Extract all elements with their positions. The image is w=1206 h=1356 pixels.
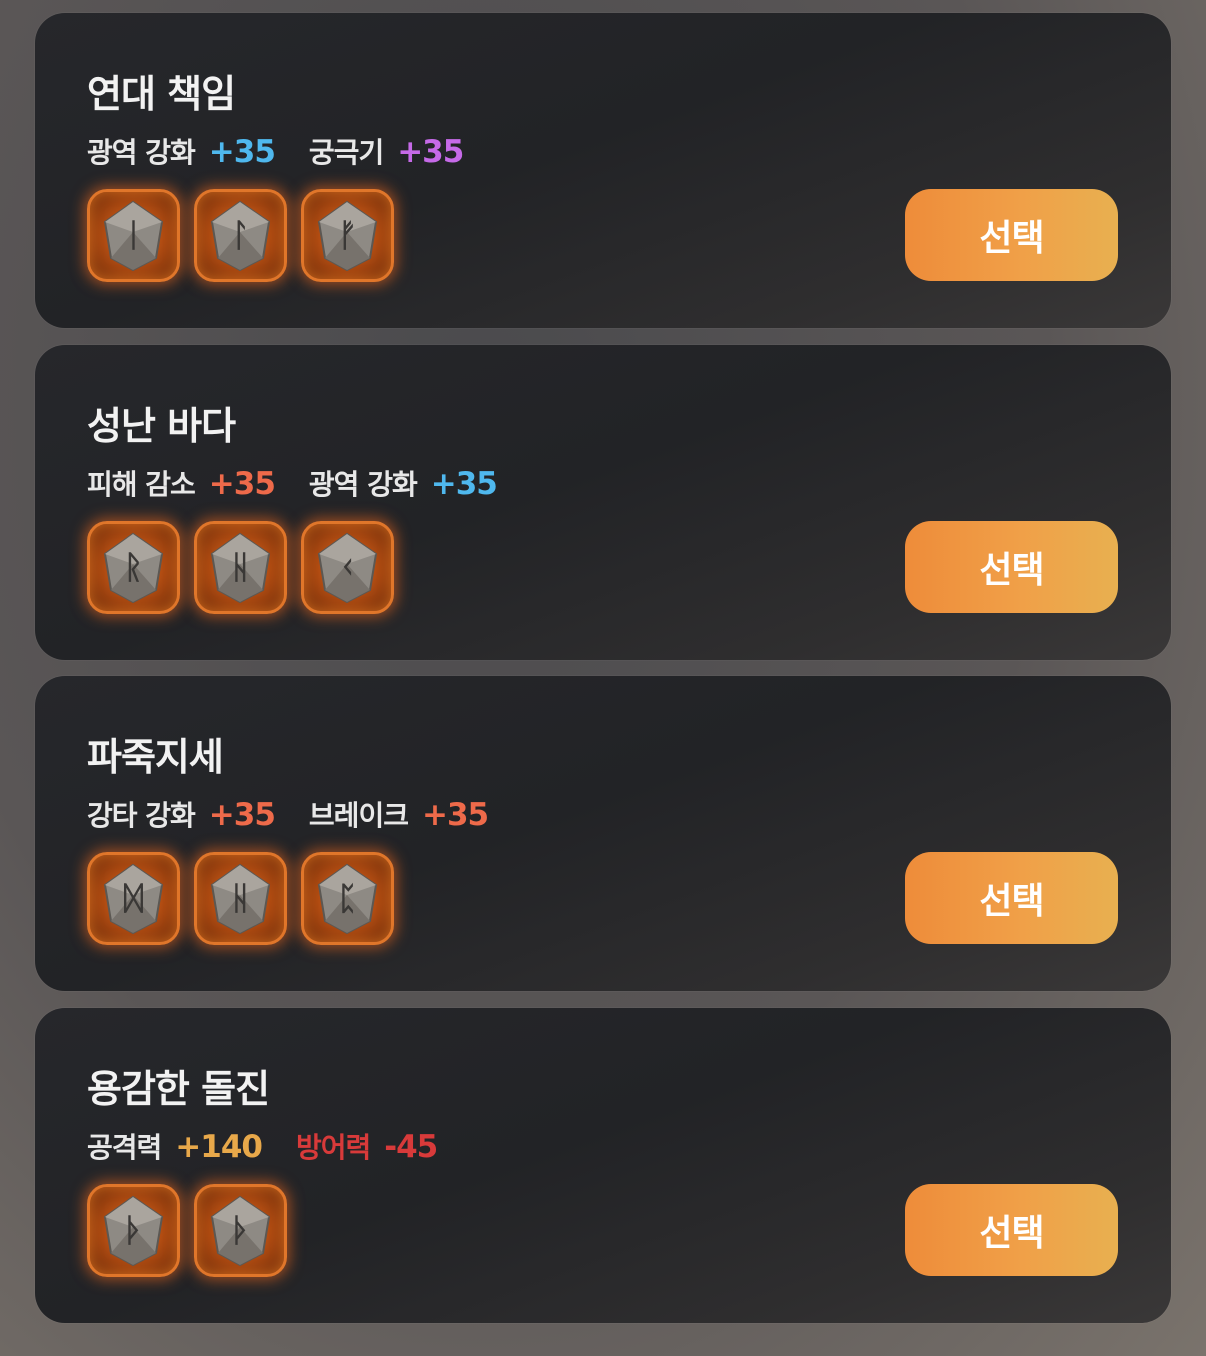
rune-stone-icon[interactable]: ᚠ (301, 189, 394, 282)
stat-bonus: 궁극기 +35 (308, 131, 464, 171)
rune-glyph: ᚦ (123, 1211, 144, 1249)
rune-glyph: ᚱ (123, 548, 144, 586)
select-button[interactable]: 선택 (905, 1184, 1118, 1276)
select-button[interactable]: 선택 (905, 189, 1118, 281)
rune-stone-icon[interactable]: ᚦ (87, 1184, 180, 1277)
rune-set-title: 용감한 돌진 (87, 1067, 270, 1111)
stat-bonus: 공격력 +140 (87, 1126, 263, 1166)
stat-name: 방어력 (295, 1131, 371, 1164)
rune-set-card: 용감한 돌진 공격력 +140 방어력 -45 ᚦ ᚦ 선택 (35, 1008, 1171, 1323)
rune-stone-icon[interactable]: ᚺ (194, 852, 287, 945)
rune-glyph: ᚠ (337, 216, 358, 254)
rune-slots: ᚦᚦ (87, 1184, 301, 1277)
rune-glyph: ᚦ (230, 1211, 251, 1249)
rune-slots: ᛞᚺᛈ (87, 852, 408, 945)
stat-bonus-row: 강타 강화 +35 브레이크 +35 (87, 794, 522, 834)
stat-name: 강타 강화 (87, 799, 196, 832)
rune-glyph: ᛁ (123, 216, 144, 254)
rune-stone-icon[interactable]: ᚺ (194, 521, 287, 614)
rune-glyph: ᚺ (230, 879, 251, 917)
stat-value: +35 (430, 466, 498, 502)
rune-set-title: 연대 책임 (87, 72, 236, 116)
stat-bonus: 피해 감소 +35 (87, 463, 276, 503)
stat-value: +35 (421, 797, 489, 833)
select-button[interactable]: 선택 (905, 521, 1118, 613)
rune-glyph: ᚲ (337, 548, 358, 586)
rune-glyph: ᛚ (230, 216, 251, 254)
stat-value: +35 (397, 134, 464, 170)
stat-value: +35 (208, 797, 276, 833)
stat-bonus: 광역 강화 +35 (87, 131, 276, 171)
stat-value: -45 (384, 1129, 438, 1165)
rune-set-card: 성난 바다피해 감소 +35 광역 강화 +35 ᚱ ᚺ ᚲ 선택 (35, 345, 1171, 660)
stat-bonus-row: 공격력 +140 방어력 -45 (87, 1126, 471, 1166)
stat-bonus-row: 광역 강화 +35 궁극기 +35 (87, 131, 497, 171)
rune-stone-icon[interactable]: ᚲ (301, 521, 394, 614)
rune-glyph: ᚺ (230, 548, 251, 586)
stat-value: +35 (208, 134, 276, 170)
stat-name: 광역 강화 (87, 136, 196, 169)
stat-bonus: 방어력 -45 (295, 1126, 438, 1166)
rune-glyph: ᛞ (123, 879, 144, 917)
rune-glyph: ᛈ (337, 879, 358, 917)
stat-name: 브레이크 (308, 799, 409, 832)
select-button[interactable]: 선택 (905, 852, 1118, 944)
rune-set-card: 연대 책임광역 강화 +35 궁극기 +35 ᛁ ᛚ ᚠ 선택 (35, 13, 1171, 328)
rune-stone-icon[interactable]: ᛚ (194, 189, 287, 282)
stat-name: 광역 강화 (308, 468, 418, 501)
rune-slots: ᛁᛚᚠ (87, 189, 408, 282)
rune-set-title: 파죽지세 (87, 735, 224, 779)
rune-stone-icon[interactable]: ᛞ (87, 852, 180, 945)
rune-stone-icon[interactable]: ᚱ (87, 521, 180, 614)
stat-name: 궁극기 (308, 136, 384, 169)
rune-slots: ᚱᚺᚲ (87, 521, 408, 614)
stat-name: 공격력 (87, 1131, 162, 1164)
stat-bonus: 광역 강화 +35 (308, 463, 498, 503)
stat-bonus: 브레이크 +35 (308, 794, 489, 834)
stat-name: 피해 감소 (87, 468, 196, 501)
rune-stone-icon[interactable]: ᚦ (194, 1184, 287, 1277)
rune-set-title: 성난 바다 (87, 404, 236, 448)
stat-value: +140 (175, 1129, 263, 1165)
rune-stone-icon[interactable]: ᛈ (301, 852, 394, 945)
stat-bonus: 강타 강화 +35 (87, 794, 276, 834)
stat-value: +35 (208, 466, 276, 502)
stat-bonus-row: 피해 감소 +35 광역 강화 +35 (87, 463, 531, 503)
rune-set-card: 파죽지세강타 강화 +35 브레이크 +35 ᛞ ᚺ ᛈ 선택 (35, 676, 1171, 991)
rune-stone-icon[interactable]: ᛁ (87, 189, 180, 282)
